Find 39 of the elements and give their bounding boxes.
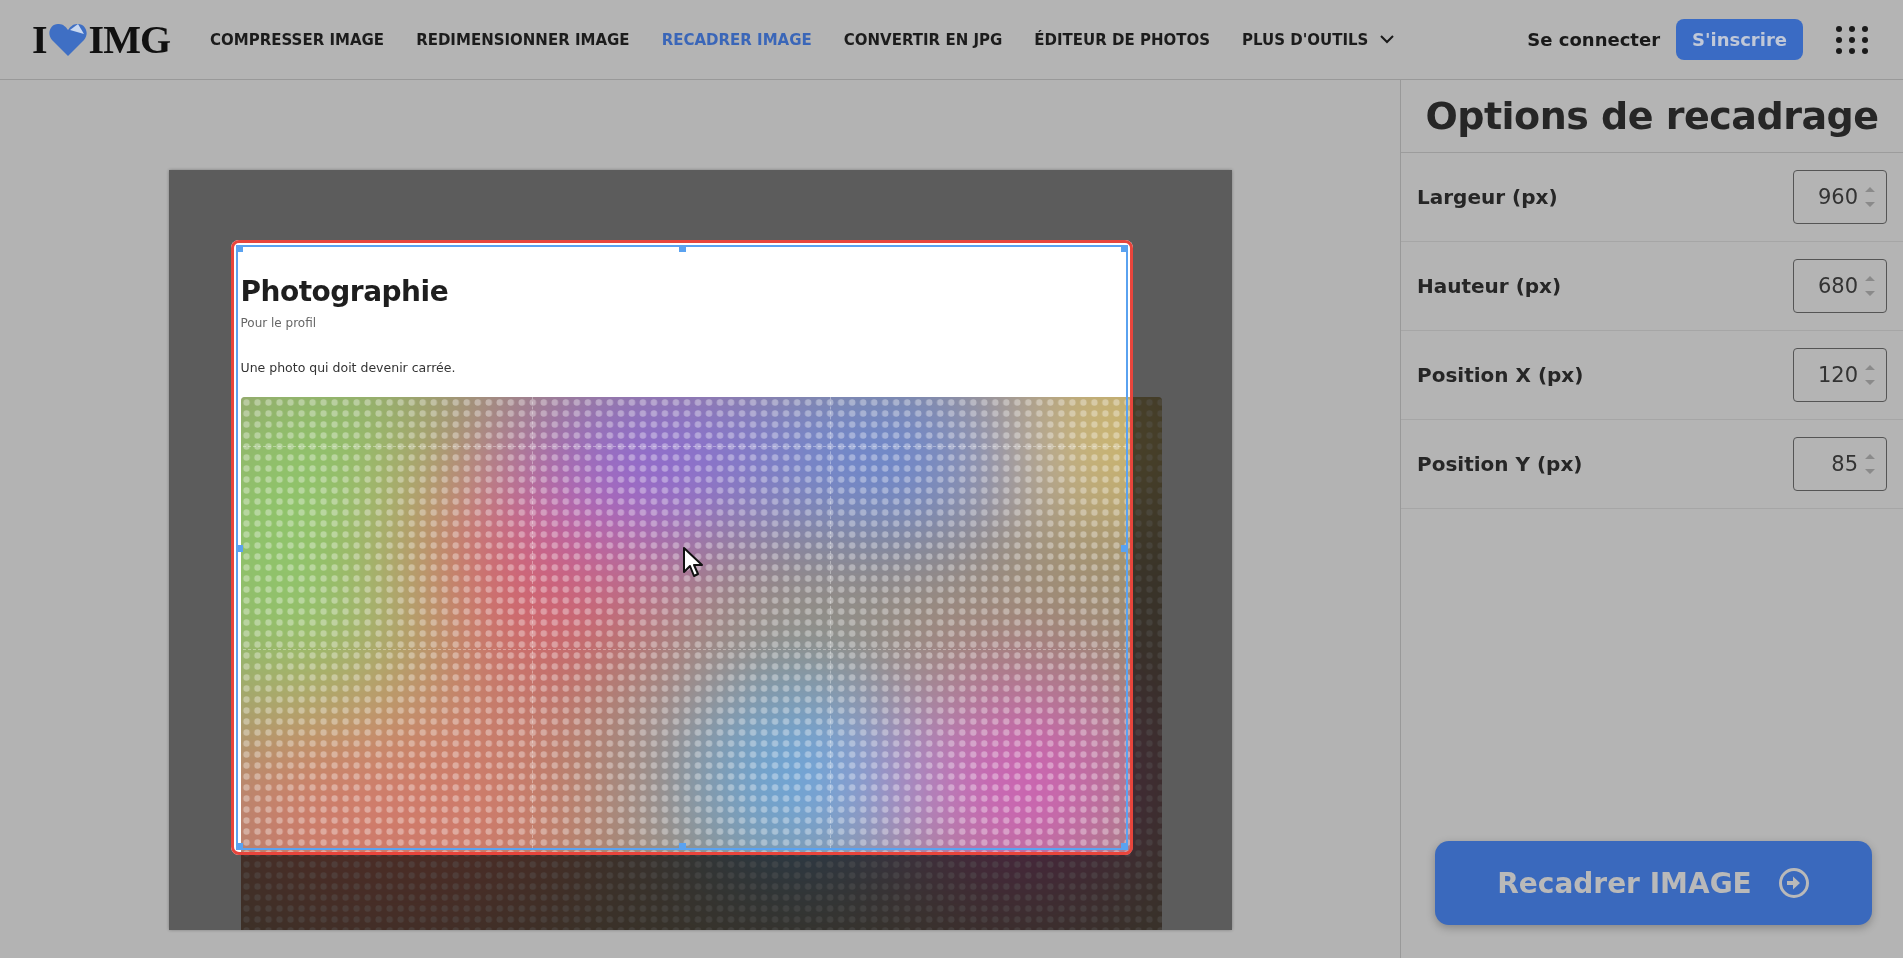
number-input[interactable]: 85 [1798,452,1858,476]
field-label: Position Y (px) [1417,452,1583,476]
crop-handle[interactable] [1120,843,1128,850]
number-field[interactable]: 960 [1793,170,1887,224]
panel-title: Options de recadrage [1401,80,1903,153]
crop-handle[interactable] [235,544,243,552]
crop-handle[interactable] [678,843,686,850]
spinner-icon[interactable] [1864,451,1876,477]
nav-link[interactable]: REDIMENSIONNER IMAGE [416,30,630,49]
nav-link[interactable]: COMPRESSER IMAGE [210,30,385,49]
field-label: Hauteur (px) [1417,274,1562,298]
apps-menu-icon[interactable] [1835,24,1869,55]
spinner-icon[interactable] [1864,273,1876,299]
nav-dropdown[interactable]: PLUS D'OUTILS [1242,30,1395,49]
cursor-icon [681,546,704,578]
spinner-icon[interactable] [1864,362,1876,388]
crop-handle[interactable] [1120,245,1128,252]
number-input[interactable]: 960 [1798,185,1858,209]
document-title: Photographie [240,275,450,308]
chevron-down-icon [1380,35,1395,44]
spinner-icon[interactable] [1864,184,1876,210]
logo[interactable]: I IMG [32,16,170,63]
number-input[interactable]: 680 [1798,274,1858,298]
crop-handle[interactable] [235,245,243,252]
number-field[interactable]: 85 [1793,437,1887,491]
login-link[interactable]: Se connecter [1527,29,1660,50]
arrow-right-circle-icon [1777,867,1810,899]
crop-handle[interactable] [678,245,686,252]
field-label: Largeur (px) [1417,185,1558,209]
document-text: Une photo qui doit devenir carrée. [240,360,457,375]
field-label: Position X (px) [1417,363,1584,387]
nav-link[interactable]: CONVERTIR EN JPG [843,30,1003,49]
crop-handle[interactable] [235,843,243,850]
number-field[interactable]: 120 [1793,348,1887,402]
number-field[interactable]: 680 [1793,259,1887,313]
nav-link[interactable]: ÉDITEUR DE PHOTOS [1034,30,1210,49]
number-input[interactable]: 120 [1798,363,1858,387]
document-subtitle: Pour le profil [240,316,318,330]
crop-handle[interactable] [1120,544,1128,552]
